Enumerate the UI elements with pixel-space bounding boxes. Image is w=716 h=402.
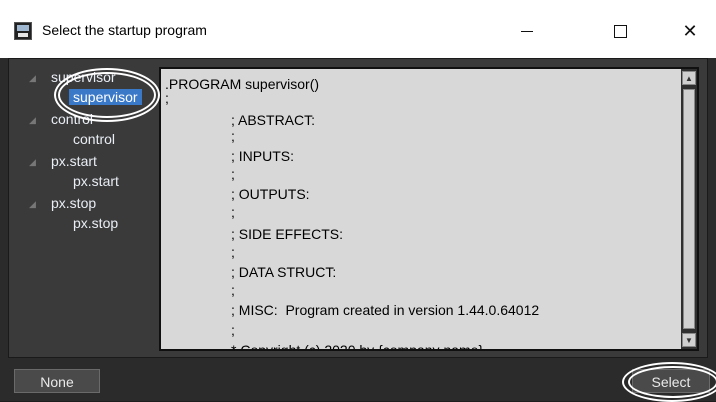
tree-item-control[interactable]: control	[51, 109, 93, 129]
tree-item-label: px.start	[51, 153, 97, 169]
tree-item-label: supervisor	[51, 69, 116, 85]
code-line: ;	[231, 282, 235, 298]
code-line: ; MISC: Program created in version 1.44.…	[231, 302, 540, 318]
code-line: ;	[231, 166, 235, 182]
code-line: .PROGRAM supervisor()	[165, 76, 320, 92]
scroll-thumb[interactable]	[683, 89, 695, 329]
code-line: ; OUTPUTS:	[231, 186, 310, 202]
tree-child-label: px.stop	[73, 215, 119, 231]
tree-child-supervisor[interactable]: supervisor	[69, 87, 142, 107]
content-panel: ◢ supervisor supervisor ◢ control contro…	[8, 58, 708, 358]
code-line: * Copyright (c) 2020 by {company name}	[231, 342, 484, 351]
vertical-scrollbar[interactable]: ▲ ▼	[681, 69, 697, 349]
startup-program-dialog: Select the startup program ✕ ◢ superviso…	[0, 0, 716, 402]
dialog-footer: None Select	[0, 358, 716, 401]
scroll-down-icon[interactable]: ▼	[682, 333, 696, 347]
expand-arrow-icon[interactable]: ◢	[29, 157, 39, 167]
code-line: ;	[165, 90, 169, 106]
tree-item-label: control	[51, 111, 94, 127]
tree-child-label: control	[73, 131, 116, 147]
close-icon: ✕	[682, 20, 698, 42]
code-line: ;	[231, 204, 235, 220]
minimize-button[interactable]	[504, 12, 550, 50]
none-button[interactable]: None	[14, 369, 100, 393]
code-line: ;	[231, 322, 235, 338]
program-source-view[interactable]: .PROGRAM supervisor() ; ; ABSTRACT: ; ; …	[159, 67, 699, 351]
select-button[interactable]: Select	[632, 369, 710, 393]
code-line: ;	[231, 244, 235, 260]
maximize-button[interactable]	[597, 12, 643, 50]
expand-arrow-icon[interactable]: ◢	[29, 73, 39, 83]
expand-arrow-icon[interactable]: ◢	[29, 115, 39, 125]
expand-arrow-icon[interactable]: ◢	[29, 199, 39, 209]
tree-child-label: px.start	[73, 173, 119, 189]
minimize-icon	[521, 30, 533, 32]
tree-item-label: px.stop	[51, 195, 97, 211]
code-line: ; ABSTRACT:	[231, 112, 316, 128]
app-window-icon	[14, 22, 32, 40]
window-title: Select the startup program	[42, 22, 207, 38]
tree-child-px-stop[interactable]: px.stop	[73, 213, 118, 233]
title-bar: Select the startup program ✕	[0, 0, 716, 58]
tree-child-control[interactable]: control	[73, 129, 115, 149]
tree-item-px-start[interactable]: px.start	[51, 151, 97, 171]
maximize-icon	[613, 24, 627, 38]
tree-item-supervisor[interactable]: supervisor	[51, 67, 116, 87]
code-line: ; SIDE EFFECTS:	[231, 226, 344, 242]
scroll-up-icon[interactable]: ▲	[682, 71, 696, 85]
code-line: ; DATA STRUCT:	[231, 264, 337, 280]
code-line: ; INPUTS:	[231, 148, 295, 164]
tree-child-px-start[interactable]: px.start	[73, 171, 119, 191]
code-line: ;	[231, 128, 235, 144]
tree-item-px-stop[interactable]: px.stop	[51, 193, 96, 213]
close-button[interactable]: ✕	[667, 12, 713, 50]
tree-child-label: supervisor	[69, 89, 142, 105]
program-tree: ◢ supervisor supervisor ◢ control contro…	[15, 65, 161, 351]
